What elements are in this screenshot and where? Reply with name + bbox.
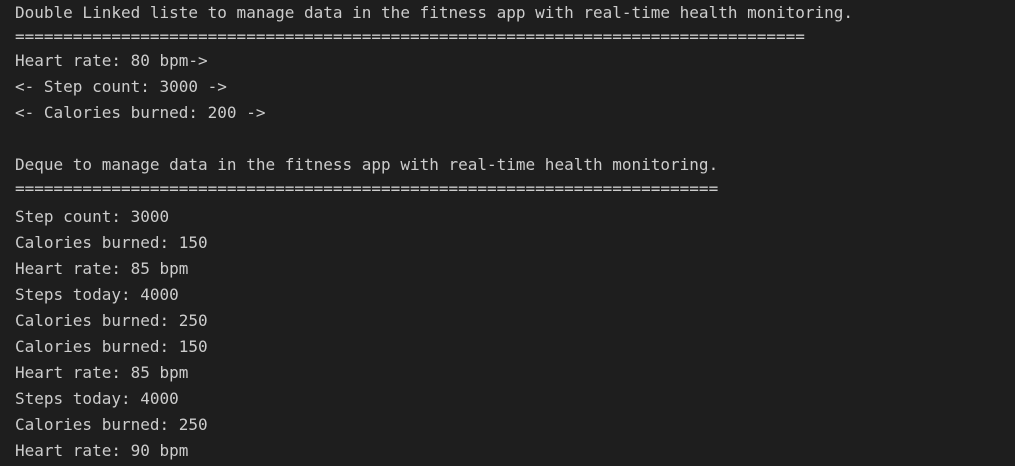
deque-entry: Step count: 3000 (15, 207, 170, 226)
linked-list-entry: <- Calories burned: 200 -> (15, 103, 266, 122)
linked-list-title: Double Linked liste to manage data in th… (15, 3, 854, 22)
deque-separator: ========================================… (15, 179, 719, 198)
deque-entry: Calories burned: 150 (15, 233, 208, 252)
deque-entry: Heart rate: 90 bpm (15, 441, 189, 460)
deque-entry: Heart rate: 85 bpm (15, 259, 189, 278)
deque-entry: Calories burned: 250 (15, 311, 208, 330)
deque-entry: Calories burned: 150 (15, 337, 208, 356)
deque-entry: Steps today: 4000 (15, 285, 179, 304)
linked-list-separator: ========================================… (15, 27, 805, 46)
deque-title: Deque to manage data in the fitness app … (15, 155, 719, 174)
deque-entry: Heart rate: 85 bpm (15, 363, 189, 382)
terminal-output: Double Linked liste to manage data in th… (15, 0, 1005, 466)
linked-list-entry: Heart rate: 80 bpm-> (15, 51, 208, 70)
deque-entry: Calories burned: 250 (15, 415, 208, 434)
deque-entry: Steps today: 4000 (15, 389, 179, 408)
linked-list-entry: <- Step count: 3000 -> (15, 77, 227, 96)
